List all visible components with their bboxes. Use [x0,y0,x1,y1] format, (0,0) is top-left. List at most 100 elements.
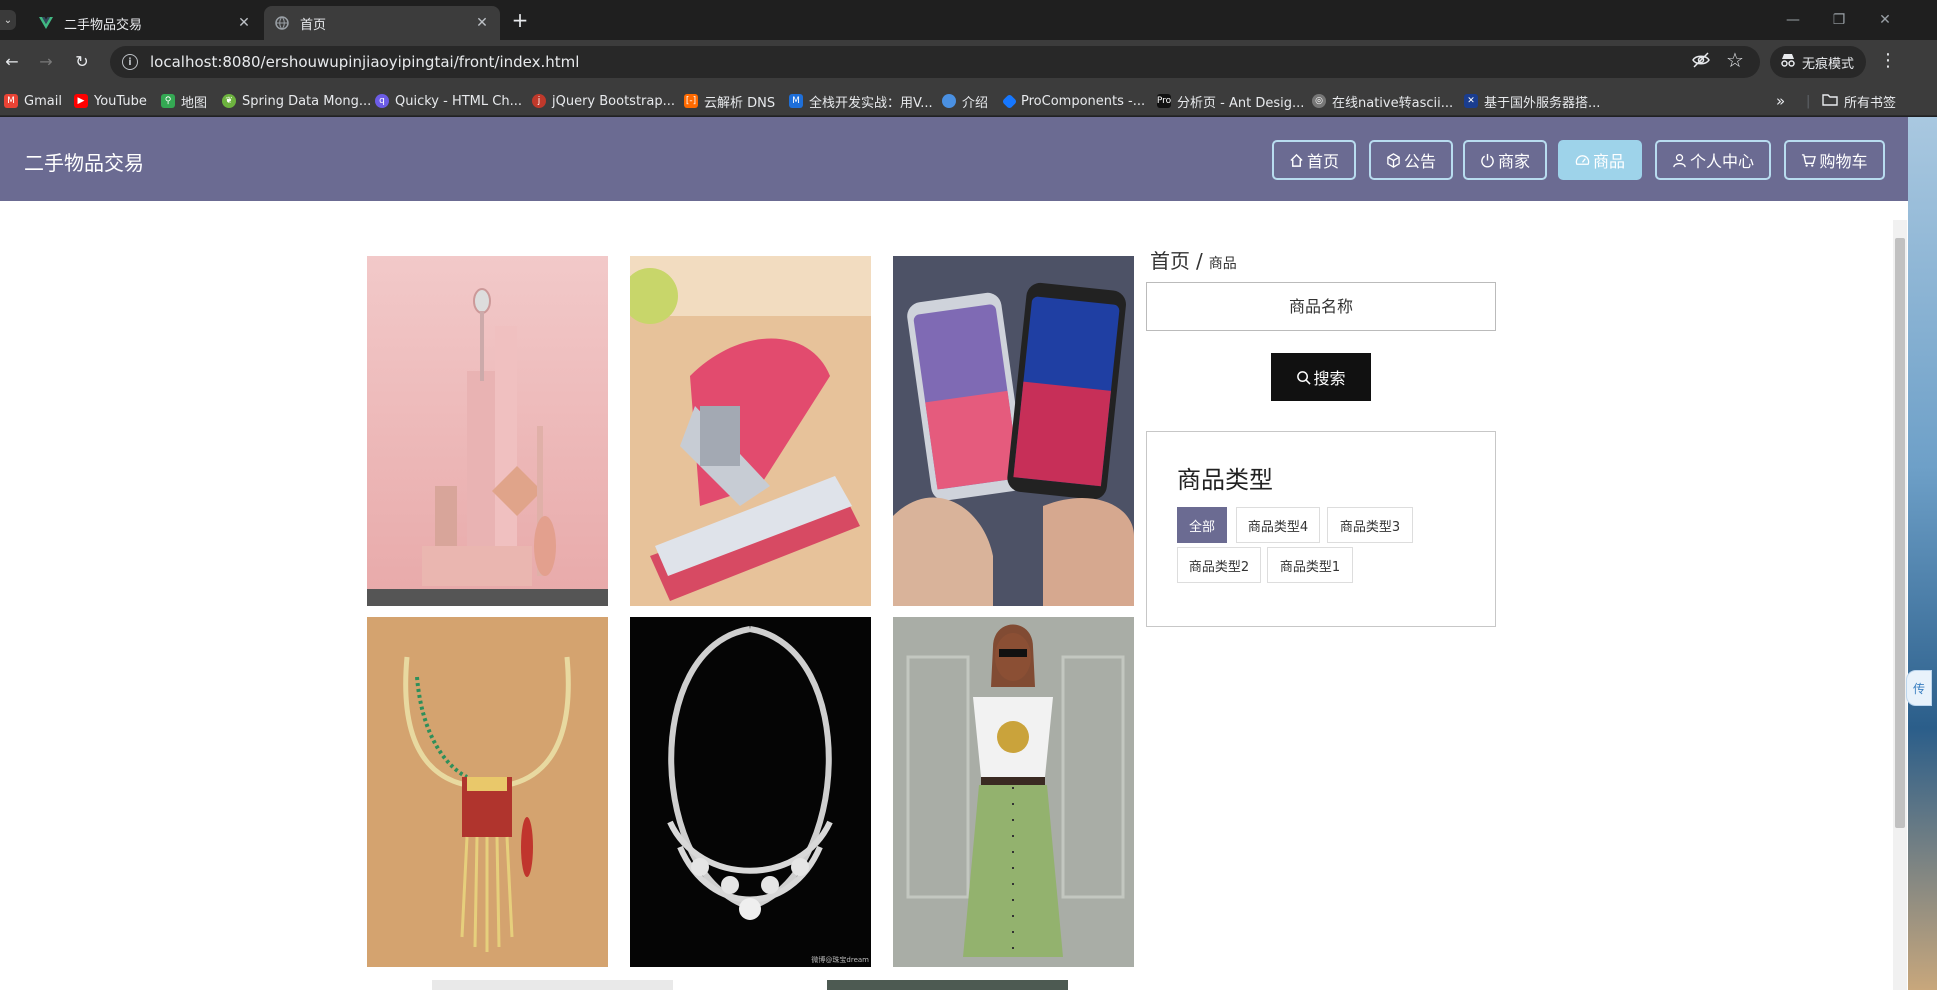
tab-close-icon[interactable]: ✕ [474,15,490,31]
diamond-necklace-image [630,617,871,967]
bookmark-jquery[interactable]: j jQuery Bootstrap... [532,92,675,110]
side-widget[interactable]: 传 [1906,670,1932,706]
incognito-icon [1780,53,1796,71]
product-card-stapler[interactable] [630,256,871,606]
breadcrumb-separator: / [1196,249,1203,273]
incognito-button[interactable]: 无痕模式 [1770,46,1866,78]
reload-icon[interactable]: ↻ [70,50,94,74]
bookmark-maps[interactable]: ⚲ 地图 [161,92,207,111]
breadcrumb-home[interactable]: 首页 [1150,249,1190,273]
smartphones-image [893,256,1134,606]
new-tab-icon[interactable]: + [508,8,532,32]
bookmark-intro[interactable]: 介绍 [942,92,988,111]
nav-announcements[interactable]: 公告 [1369,140,1453,180]
bookmarks-bar: M Gmail ▶ YouTube ⚲ 地图 ❦ Spring Data Mong...… [0,84,1937,116]
quicky-icon: q [375,94,389,108]
bookmark-quicky[interactable]: q Quicky - HTML Ch... [375,92,522,110]
site-header: 二手物品交易 首页 公告 商家 商品 个人中心 购物车 [0,117,1908,201]
url-text: localhost:8080/ershouwupinjiaoyipingtai/… [150,53,580,71]
tab-close-icon[interactable]: ✕ [236,15,252,31]
close-window-icon[interactable]: ✕ [1870,8,1900,32]
bookmark-spring[interactable]: ❦ Spring Data Mong... [222,92,371,110]
nav-products[interactable]: 商品 [1558,140,1642,180]
all-bookmarks[interactable]: 所有书签 [1822,92,1896,111]
product-card-smartphones[interactable] [893,256,1134,606]
breadcrumb-current: 商品 [1208,256,1237,272]
nav-merchants[interactable]: 商家 [1463,140,1547,180]
address-bar[interactable]: i localhost:8080/ershouwupinjiaoyipingta… [110,46,1760,78]
procomponents-icon [1001,93,1018,109]
vue-favicon-icon [38,15,54,31]
search-button[interactable]: 搜索 [1271,353,1371,401]
pro-icon: Pro [1156,94,1172,108]
more-menu-icon[interactable]: ⋮ [1876,50,1900,71]
nav-home[interactable]: 首页 [1272,140,1356,180]
fashion-model-image [893,617,1134,967]
category-chip-3[interactable]: 商品类型3 [1327,507,1413,543]
nav-profile[interactable]: 个人中心 [1655,140,1771,180]
gauge-icon [1575,154,1590,165]
site-title: 二手物品交易 [24,151,144,175]
m-icon: M [789,94,803,108]
star-icon[interactable]: ☆ [1726,48,1744,72]
eye-off-icon[interactable] [1692,52,1710,72]
category-chip-4[interactable]: 商品类型4 [1236,507,1320,543]
bookmarks-overflow-icon[interactable]: » [1776,92,1785,110]
jquery-icon: j [532,94,546,108]
tab-search-icon[interactable]: ⌄ [0,10,16,30]
globe-favicon-icon [274,15,290,31]
tab-title: 首页 [300,17,327,33]
folder-icon [1822,93,1838,110]
page-viewport: 二手物品交易 首页 公告 商家 商品 个人中心 购物车 微博@珠宝dream 首… [0,117,1908,990]
product-name-search-input[interactable] [1146,282,1496,331]
bookmark-gmail[interactable]: M Gmail [4,92,62,110]
bookmark-ant-design-pro[interactable]: Pro 分析页 - Ant Desig... [1156,92,1304,111]
product-card-partial[interactable] [827,980,1068,990]
intro-icon [942,94,956,108]
category-chip-1[interactable]: 商品类型1 [1267,547,1353,583]
category-chip-2[interactable]: 商品类型2 [1177,547,1261,583]
breadcrumb: 首页 / 商品 [1150,245,1237,274]
browser-toolbar: ← → ↻ i localhost:8080/ershouwupinjiaoyi… [0,40,1937,84]
cosmetics-image [367,256,608,606]
gmail-icon: M [4,94,18,108]
page-scrollbar-thumb[interactable] [1895,238,1905,828]
site-info-icon[interactable]: i [122,54,138,70]
stapler-image [630,256,871,606]
watermark-text: 微博@珠宝dream [811,956,869,964]
search-icon [1297,370,1312,385]
product-card-cosmetics[interactable] [367,256,608,606]
desktop-wallpaper-strip [1908,117,1937,990]
bookmark-procomponents[interactable]: ProComponents -... [1001,92,1145,110]
bookmark-native-ascii[interactable]: ◎ 在线native转ascii... [1312,92,1453,111]
product-card-fashion[interactable] [893,617,1134,967]
browser-tab-bar: ⌄ 二手物品交易 ✕ 首页 ✕ + — ❐ ✕ [0,0,1937,40]
gold-necklace-image [367,617,608,967]
home-icon [1290,153,1303,167]
category-panel: 商品类型 全部 商品类型4 商品类型3 商品类型2 商品类型1 [1146,431,1496,627]
browser-tab-active[interactable]: 首页 ✕ [264,6,500,40]
back-icon[interactable]: ← [0,50,24,74]
bookmark-fullstack[interactable]: M 全栈开发实战：用V... [789,92,933,111]
product-card-diamond-necklace[interactable]: 微博@珠宝dream [630,617,871,967]
spring-icon: ❦ [222,94,236,108]
aliyun-icon: [-] [684,94,698,108]
category-chip-all[interactable]: 全部 [1177,507,1227,543]
category-title: 商品类型 [1177,466,1273,494]
cart-icon [1802,153,1817,167]
bookmark-youtube[interactable]: ▶ YouTube [74,92,147,110]
restore-icon[interactable]: ❐ [1824,8,1854,32]
product-card-gold-necklace[interactable] [367,617,608,967]
maps-icon: ⚲ [161,94,175,108]
product-card-partial[interactable] [432,980,673,990]
forward-icon[interactable]: → [34,50,58,74]
power-icon [1481,153,1494,167]
minimize-icon[interactable]: — [1778,8,1808,32]
bookmark-aliyun-dns[interactable]: [-] 云解析 DNS [684,92,775,111]
youtube-icon: ▶ [74,94,88,108]
bookmark-foreign-server[interactable]: ✕ 基于国外服务器搭... [1464,92,1600,111]
browser-tab-inactive[interactable]: 二手物品交易 ✕ [28,6,262,40]
cube-icon [1387,152,1400,168]
nav-cart[interactable]: 购物车 [1784,140,1885,180]
flag-icon: ✕ [1464,94,1478,108]
